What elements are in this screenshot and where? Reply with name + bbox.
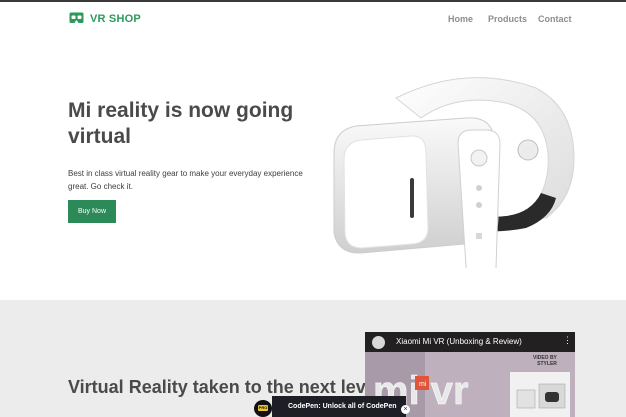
hero-title: Mi reality is now going virtual bbox=[68, 99, 294, 148]
video-title-bar: Xiaomi Mi VR (Unboxing & Review) ⋮ bbox=[365, 332, 575, 352]
codepen-pro-badge: PRO bbox=[254, 400, 272, 417]
vr-headset-image bbox=[333, 77, 575, 268]
features-title: Virtual Reality taken to the next level bbox=[68, 377, 381, 397]
hero-section: Mi reality is now going virtual Best in … bbox=[0, 38, 626, 300]
nav-link-home[interactable]: Home bbox=[448, 14, 473, 24]
video-title[interactable]: Xiaomi Mi VR (Unboxing & Review) bbox=[396, 337, 522, 346]
close-icon[interactable]: × bbox=[401, 405, 410, 414]
codepen-banner-text[interactable]: CodePen: Unlock all of CodePen bbox=[288, 403, 397, 410]
nav-link-products[interactable]: Products bbox=[488, 14, 527, 24]
codepen-banner[interactable]: CodePen: Unlock all of CodePen bbox=[272, 396, 406, 417]
buy-now-button[interactable]: Buy Now bbox=[68, 200, 116, 223]
navbar: VR SHOP Home Products Contact bbox=[0, 2, 626, 38]
channel-avatar[interactable] bbox=[372, 336, 385, 349]
hero-description: Best in class virtual reality gear to ma… bbox=[68, 169, 303, 191]
video-channel-label: VIDEO BY STYLER bbox=[533, 355, 557, 367]
svg-text:mi: mi bbox=[419, 381, 427, 388]
pro-label: PRO bbox=[258, 405, 268, 411]
nav-link-contact[interactable]: Contact bbox=[538, 14, 572, 24]
more-options-icon[interactable]: ⋮ bbox=[563, 336, 572, 345]
nav-menu: Home Products Contact bbox=[0, 14, 626, 28]
